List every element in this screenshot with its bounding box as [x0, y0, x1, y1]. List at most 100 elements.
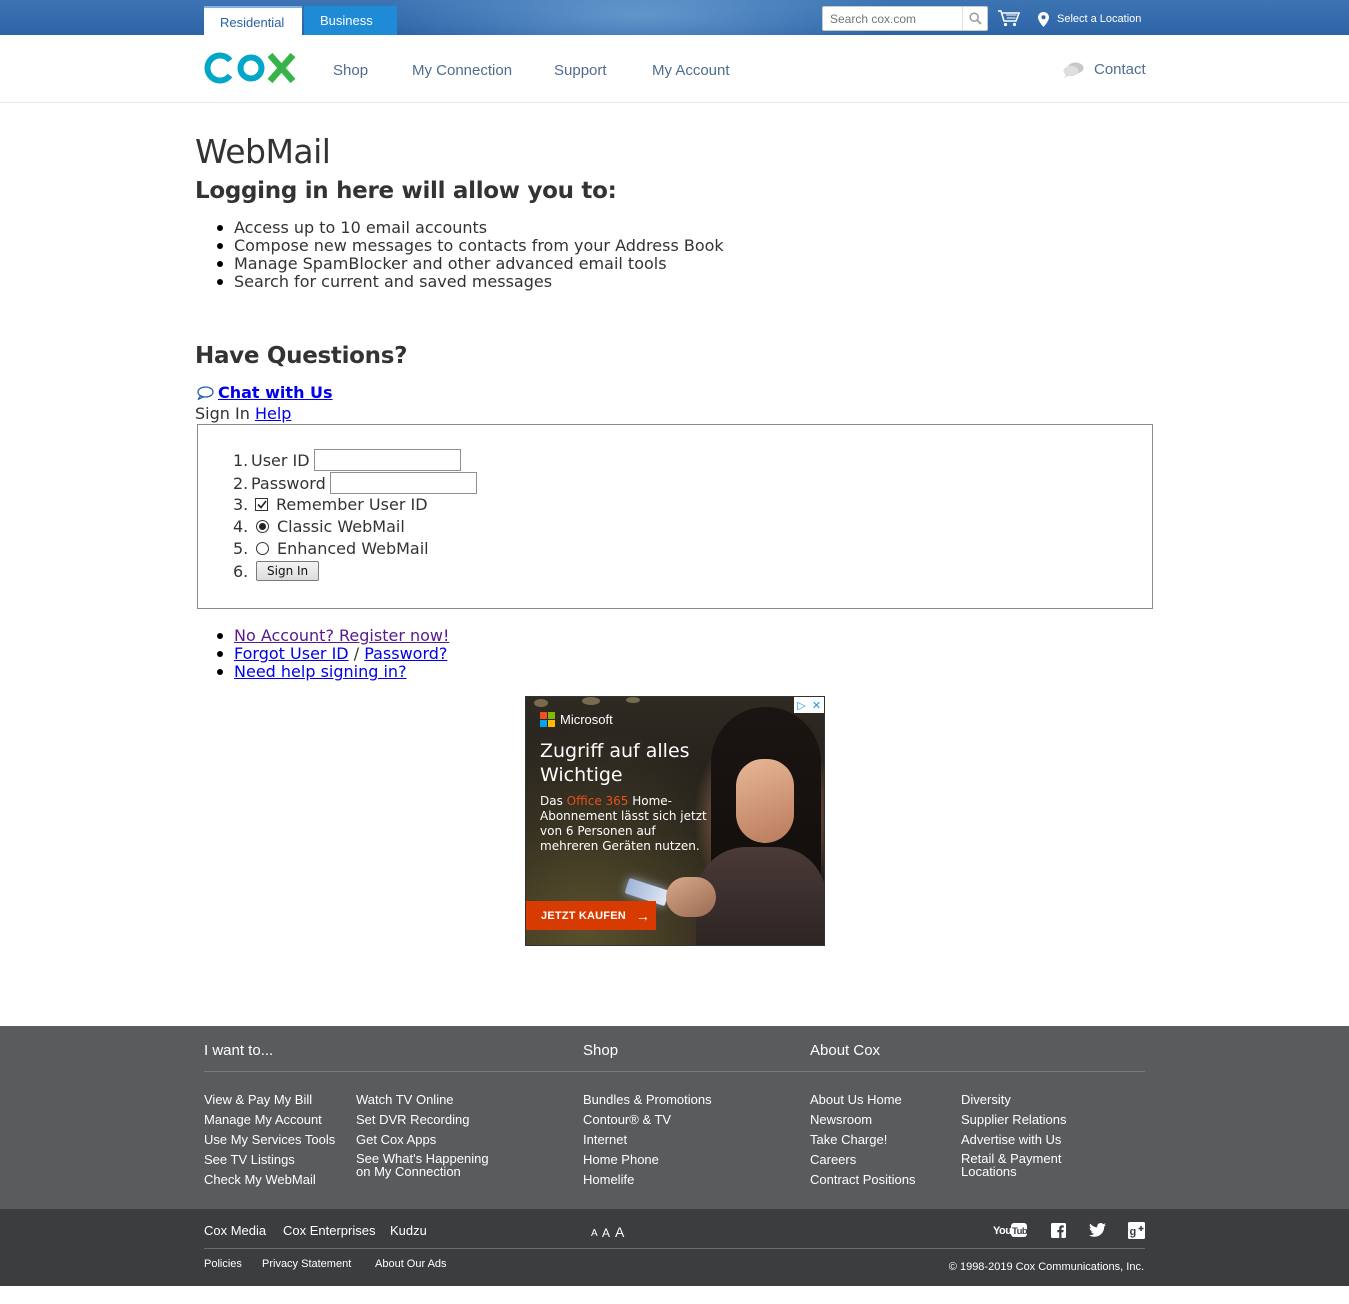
enhanced-webmail-radio[interactable] — [256, 542, 269, 555]
help-link[interactable]: Help — [255, 404, 291, 423]
footer-link[interactable]: Careers — [810, 1152, 916, 1172]
ad-brand-name: Microsoft — [560, 712, 613, 727]
footer-link[interactable]: Use My Services Tools — [204, 1132, 335, 1152]
password-row: 2. Password — [233, 472, 477, 494]
youtube-icon[interactable]: You Tube — [993, 1221, 1027, 1239]
footer-link[interactable]: Get Cox Apps — [356, 1132, 496, 1152]
footer-link[interactable]: Watch TV Online — [356, 1092, 496, 1112]
footer-link[interactable]: Home Phone — [583, 1152, 712, 1172]
register-link[interactable]: No Account? Register now! — [234, 626, 449, 645]
nav-my-account[interactable]: My Account — [652, 62, 730, 79]
list-item: Need help signing in? — [215, 663, 449, 681]
footer-link[interactable]: Take Charge! — [810, 1132, 916, 1152]
footer-link[interactable]: Bundles & Promotions — [583, 1092, 712, 1112]
facebook-icon[interactable] — [1050, 1221, 1066, 1239]
advertisement-banner[interactable]: ▷ ✕ Microsoft Zugriff auf alles Wichtige… — [525, 696, 825, 946]
footer-link-kudzu[interactable]: Kudzu — [390, 1223, 427, 1238]
user-id-field[interactable] — [313, 449, 461, 471]
top-utility-bar: Residential Business Select a Location — [0, 0, 1349, 35]
footer-heading-i-want-to: I want to... — [204, 1042, 274, 1059]
ad-background — [534, 699, 548, 707]
footer-link[interactable]: Contract Positions — [810, 1172, 916, 1192]
footer-link[interactable]: Diversity — [961, 1092, 1081, 1112]
google-plus-icon[interactable]: g — [1128, 1221, 1145, 1239]
tab-residential[interactable]: Residential — [204, 6, 302, 35]
classic-webmail-radio[interactable] — [256, 520, 269, 533]
benefits-list: Access up to 10 email accounts Compose n… — [215, 219, 724, 291]
row-number: 4. — [233, 517, 249, 536]
footer-link[interactable]: View & Pay My Bill — [204, 1092, 335, 1112]
account-help-links: No Account? Register now! Forgot User ID… — [215, 627, 449, 681]
submit-row: 6. Sign In — [233, 561, 320, 581]
footer: I want to... Shop About Cox View & Pay M… — [0, 1026, 1349, 1209]
footer-link[interactable]: Homelife — [583, 1172, 712, 1192]
copyright-text: © 1998-2019 Cox Communications, Inc. — [948, 1261, 1144, 1273]
microsoft-brand: Microsoft — [540, 712, 613, 727]
chat-label: Chat with Us — [218, 383, 333, 402]
list-item: Access up to 10 email accounts — [215, 219, 724, 237]
enhanced-row: 5. Enhanced WebMail — [233, 539, 429, 558]
font-size-small-button[interactable]: A — [591, 1228, 598, 1239]
search-button[interactable] — [962, 7, 987, 30]
footer-link[interactable]: Supplier Relations — [961, 1112, 1081, 1132]
font-size-medium-button[interactable]: A — [602, 1226, 610, 1240]
tab-business[interactable]: Business — [304, 6, 397, 35]
footer-col-shop: Bundles & Promotions Contour® & TV Inter… — [583, 1092, 712, 1192]
radio-selected-dot — [259, 523, 266, 530]
arrow-right-icon: → — [635, 907, 651, 924]
chat-with-us-link[interactable]: Chat with Us — [196, 383, 333, 402]
footer-link-cox-enterprises[interactable]: Cox Enterprises — [283, 1223, 375, 1238]
select-location-link[interactable]: Select a Location — [1038, 10, 1141, 28]
signin-prefix: Sign In — [195, 404, 255, 423]
nav-my-connection[interactable]: My Connection — [412, 62, 512, 79]
nav-support[interactable]: Support — [554, 62, 607, 79]
ad-background — [582, 697, 600, 705]
remember-checkbox[interactable] — [255, 498, 268, 511]
twitter-icon[interactable] — [1088, 1221, 1106, 1239]
search-box — [822, 6, 988, 31]
chat-bubbles-icon — [1063, 62, 1084, 78]
footer-bottom: Cox Media Cox Enterprises Kudzu A A A Yo… — [0, 1209, 1349, 1286]
font-size-large-button[interactable]: A — [615, 1224, 624, 1240]
footer-link[interactable]: Contour® & TV — [583, 1112, 712, 1132]
contact-link[interactable]: Contact — [1063, 61, 1146, 78]
ad-cta-button[interactable]: JETZT KAUFEN → — [526, 901, 656, 930]
footer-col-i-want-to-1: View & Pay My Bill Manage My Account Use… — [204, 1092, 335, 1192]
footer-link-cox-media[interactable]: Cox Media — [204, 1223, 266, 1238]
sign-in-button[interactable]: Sign In — [256, 561, 320, 581]
user-id-row: 1. User ID — [233, 449, 461, 471]
footer-link[interactable]: Retail & Payment Locations — [961, 1152, 1081, 1178]
list-item: Forgot User ID / Password? — [215, 645, 449, 663]
need-help-link[interactable]: Need help signing in? — [234, 662, 407, 681]
ad-headline: Zugriff auf alles Wichtige — [540, 740, 690, 786]
footer-link-about-ads[interactable]: About Our Ads — [375, 1258, 447, 1270]
classic-row: 4. Classic WebMail — [233, 517, 405, 536]
password-label: Password — [251, 473, 326, 493]
microsoft-logo-icon — [540, 712, 555, 727]
page-title: WebMail — [195, 132, 331, 171]
cart-icon[interactable] — [997, 9, 1021, 27]
footer-link[interactable]: See TV Listings — [204, 1152, 335, 1172]
footer-link[interactable]: Check My WebMail — [204, 1172, 335, 1192]
row-number: 1. — [233, 450, 249, 470]
footer-link[interactable]: Manage My Account — [204, 1112, 335, 1132]
ad-background — [626, 697, 640, 703]
remember-label: Remember User ID — [276, 495, 428, 514]
footer-link-policies[interactable]: Policies — [204, 1258, 242, 1270]
footer-link[interactable]: Newsroom — [810, 1112, 916, 1132]
footer-link[interactable]: Advertise with Us — [961, 1132, 1081, 1152]
footer-link[interactable]: See What's Happening on My Connection — [356, 1152, 496, 1178]
footer-link-privacy[interactable]: Privacy Statement — [262, 1258, 351, 1270]
forgot-password-link[interactable]: Password? — [364, 644, 447, 663]
password-field[interactable] — [329, 472, 477, 494]
cox-logo[interactable] — [204, 51, 297, 85]
main-nav: Shop My Connection Support My Account Co… — [0, 35, 1349, 103]
footer-link[interactable]: About Us Home — [810, 1092, 916, 1112]
footer-link[interactable]: Internet — [583, 1132, 712, 1152]
footer-link[interactable]: Set DVR Recording — [356, 1112, 496, 1132]
close-icon[interactable]: ✕ — [809, 697, 824, 713]
forgot-user-id-link[interactable]: Forgot User ID — [234, 644, 349, 663]
adchoices-icon[interactable]: ▷ — [794, 697, 809, 713]
search-input[interactable] — [823, 7, 959, 30]
nav-shop[interactable]: Shop — [333, 62, 368, 79]
